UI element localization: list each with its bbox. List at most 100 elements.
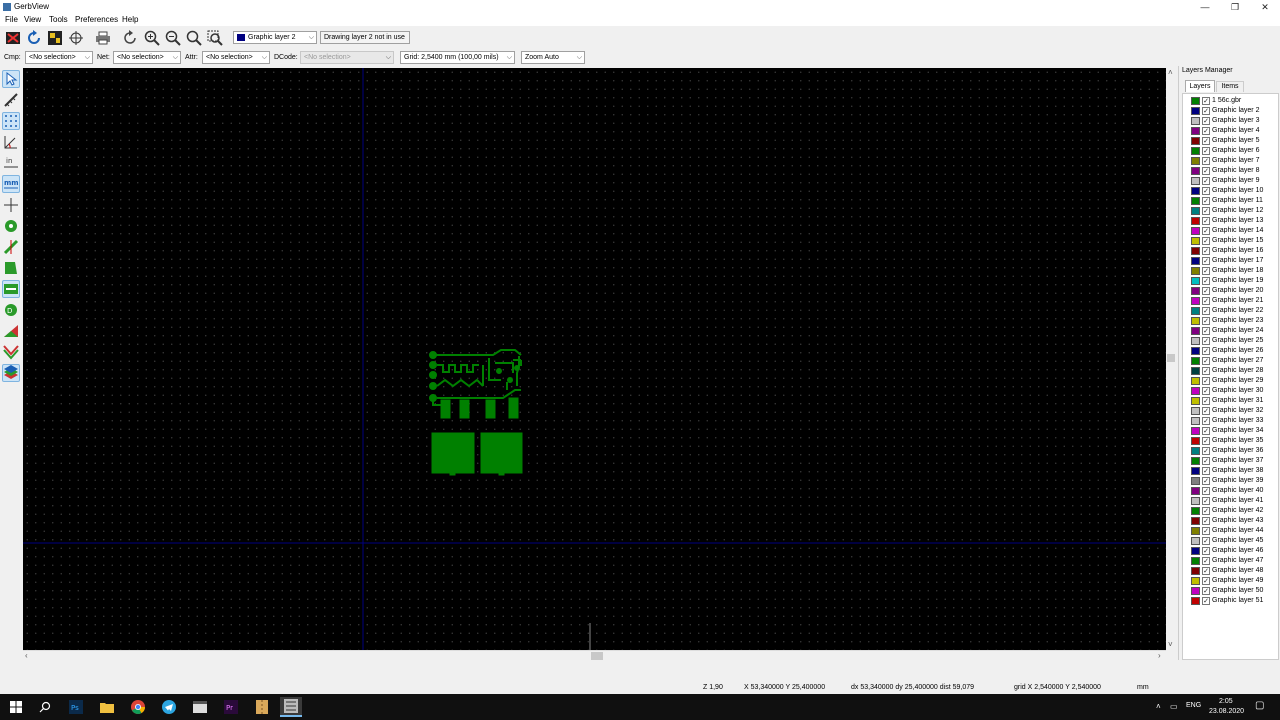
cursor-shape-button[interactable] <box>2 196 20 214</box>
layer-visible-checkbox[interactable]: ✓ <box>1202 327 1210 335</box>
show-dcodes-button[interactable]: D <box>2 301 20 319</box>
layer-visible-checkbox[interactable]: ✓ <box>1202 437 1210 445</box>
layer-visible-checkbox[interactable]: ✓ <box>1202 347 1210 355</box>
zoom-fit-button[interactable] <box>185 29 203 47</box>
layer-visible-checkbox[interactable]: ✓ <box>1202 147 1210 155</box>
layer-color-swatch[interactable] <box>1191 307 1200 315</box>
layer-color-swatch[interactable] <box>1191 127 1200 135</box>
layer-color-swatch[interactable] <box>1191 537 1200 545</box>
layer-visible-checkbox[interactable]: ✓ <box>1202 157 1210 165</box>
layer-color-swatch[interactable] <box>1191 157 1200 165</box>
grid-toggle-button[interactable] <box>2 112 20 130</box>
layer-visible-checkbox[interactable]: ✓ <box>1202 97 1210 105</box>
layer-row[interactable]: ✓ Graphic layer 28 <box>1191 366 1278 376</box>
layer-row[interactable]: ✓ Graphic layer 27 <box>1191 356 1278 366</box>
layer-color-swatch[interactable] <box>1191 587 1200 595</box>
zoom-in-button[interactable] <box>143 29 161 47</box>
layer-row[interactable]: ✓ Graphic layer 43 <box>1191 516 1278 526</box>
layer-visible-checkbox[interactable]: ✓ <box>1202 257 1210 265</box>
taskbar-app-window[interactable] <box>189 697 211 717</box>
layer-visible-checkbox[interactable]: ✓ <box>1202 527 1210 535</box>
layer-row[interactable]: ✓ Graphic layer 42 <box>1191 506 1278 516</box>
layer-visible-checkbox[interactable]: ✓ <box>1202 237 1210 245</box>
horizontal-scrollbar[interactable]: ‹ › <box>23 650 1166 660</box>
layer-visible-checkbox[interactable]: ✓ <box>1202 537 1210 545</box>
layer-row[interactable]: ✓ Graphic layer 45 <box>1191 536 1278 546</box>
layer-color-swatch[interactable] <box>1191 457 1200 465</box>
layer-row[interactable]: ✓ Graphic layer 22 <box>1191 306 1278 316</box>
layer-color-swatch[interactable] <box>1191 137 1200 145</box>
layer-color-swatch[interactable] <box>1191 477 1200 485</box>
tab-items[interactable]: Items <box>1216 81 1244 92</box>
layer-color-swatch[interactable] <box>1191 277 1200 285</box>
layer-row[interactable]: ✓ Graphic layer 6 <box>1191 146 1278 156</box>
layer-color-swatch[interactable] <box>1191 267 1200 275</box>
taskbar-file-explorer[interactable] <box>96 697 118 717</box>
menu-preferences[interactable]: Preferences <box>75 15 118 24</box>
layer-visible-checkbox[interactable]: ✓ <box>1202 477 1210 485</box>
layer-color-swatch[interactable] <box>1191 517 1200 525</box>
layer-row[interactable]: ✓ Graphic layer 38 <box>1191 466 1278 476</box>
taskbar-photoshop[interactable]: Ps <box>65 697 87 717</box>
layer-row[interactable]: ✓ Graphic layer 20 <box>1191 286 1278 296</box>
layer-visible-checkbox[interactable]: ✓ <box>1202 167 1210 175</box>
layer-color-swatch[interactable] <box>1191 507 1200 515</box>
layer-color-swatch[interactable] <box>1191 427 1200 435</box>
layer-color-swatch[interactable] <box>1191 177 1200 185</box>
polar-coords-button[interactable] <box>2 133 20 151</box>
active-layer-select[interactable]: Graphic layer 2 ⌵ <box>233 31 317 44</box>
layer-color-swatch[interactable] <box>1191 407 1200 415</box>
layer-visible-checkbox[interactable]: ✓ <box>1202 387 1210 395</box>
layer-row[interactable]: ✓ Graphic layer 2 <box>1191 106 1278 116</box>
layer-color-swatch[interactable] <box>1191 437 1200 445</box>
layer-visible-checkbox[interactable]: ✓ <box>1202 447 1210 455</box>
mm-units-button[interactable]: mm <box>2 175 20 193</box>
layer-visible-checkbox[interactable]: ✓ <box>1202 287 1210 295</box>
layer-row[interactable]: ✓ Graphic layer 30 <box>1191 386 1278 396</box>
attr-select[interactable]: <No selection> ⌵ <box>202 51 270 64</box>
layer-row[interactable]: ✓ Graphic layer 4 <box>1191 126 1278 136</box>
layer-visible-checkbox[interactable]: ✓ <box>1202 337 1210 345</box>
redraw-button[interactable] <box>121 29 139 47</box>
layer-color-swatch[interactable] <box>1191 487 1200 495</box>
layer-row[interactable]: ✓ Graphic layer 46 <box>1191 546 1278 556</box>
drawing-canvas[interactable] <box>23 68 1166 650</box>
layer-color-swatch[interactable] <box>1191 597 1200 605</box>
layer-color-swatch[interactable] <box>1191 387 1200 395</box>
layer-row[interactable]: ✓ Graphic layer 5 <box>1191 136 1278 146</box>
layer-row[interactable]: ✓ Graphic layer 24 <box>1191 326 1278 336</box>
layer-row[interactable]: ✓ Graphic layer 36 <box>1191 446 1278 456</box>
grid-select[interactable]: Grid: 2,5400 mm (100,00 mils) ⌵ <box>400 51 515 64</box>
layer-row[interactable]: ✓ Graphic layer 7 <box>1191 156 1278 166</box>
layer-visible-checkbox[interactable]: ✓ <box>1202 247 1210 255</box>
layer-row[interactable]: ✓ Graphic layer 37 <box>1191 456 1278 466</box>
layer-row[interactable]: ✓ Graphic layer 19 <box>1191 276 1278 286</box>
menu-file[interactable]: File <box>5 15 18 24</box>
polygons-sketch-button[interactable] <box>2 259 20 277</box>
layer-color-swatch[interactable] <box>1191 577 1200 585</box>
layer-row[interactable]: ✓ Graphic layer 26 <box>1191 346 1278 356</box>
tab-layers[interactable]: Layers <box>1185 80 1215 92</box>
layer-color-swatch[interactable] <box>1191 227 1200 235</box>
layer-visible-checkbox[interactable]: ✓ <box>1202 587 1210 595</box>
layer-row[interactable]: ✓ Graphic layer 10 <box>1191 186 1278 196</box>
layer-row[interactable]: ✓ Graphic layer 32 <box>1191 406 1278 416</box>
select-tool-button[interactable] <box>2 70 20 88</box>
layer-row[interactable]: ✓ 1 56c.gbr <box>1191 96 1278 106</box>
scroll-up-icon[interactable]: ˄ <box>1168 68 1173 77</box>
close-button[interactable]: ✕ <box>1250 0 1280 14</box>
taskbar-telegram[interactable] <box>158 697 180 717</box>
lines-sketch-button[interactable] <box>2 238 20 256</box>
layer-row[interactable]: ✓ Graphic layer 41 <box>1191 496 1278 506</box>
layer-color-swatch[interactable] <box>1191 197 1200 205</box>
layer-visible-checkbox[interactable]: ✓ <box>1202 557 1210 565</box>
measure-tool-button[interactable] <box>2 91 20 109</box>
layer-visible-checkbox[interactable]: ✓ <box>1202 297 1210 305</box>
layer-color-swatch[interactable] <box>1191 107 1200 115</box>
layer-visible-checkbox[interactable]: ✓ <box>1202 127 1210 135</box>
layer-row[interactable]: ✓ Graphic layer 25 <box>1191 336 1278 346</box>
layer-color-swatch[interactable] <box>1191 497 1200 505</box>
negative-objects-button[interactable] <box>2 280 20 298</box>
layer-row[interactable]: ✓ Graphic layer 47 <box>1191 556 1278 566</box>
layer-row[interactable]: ✓ Graphic layer 44 <box>1191 526 1278 536</box>
